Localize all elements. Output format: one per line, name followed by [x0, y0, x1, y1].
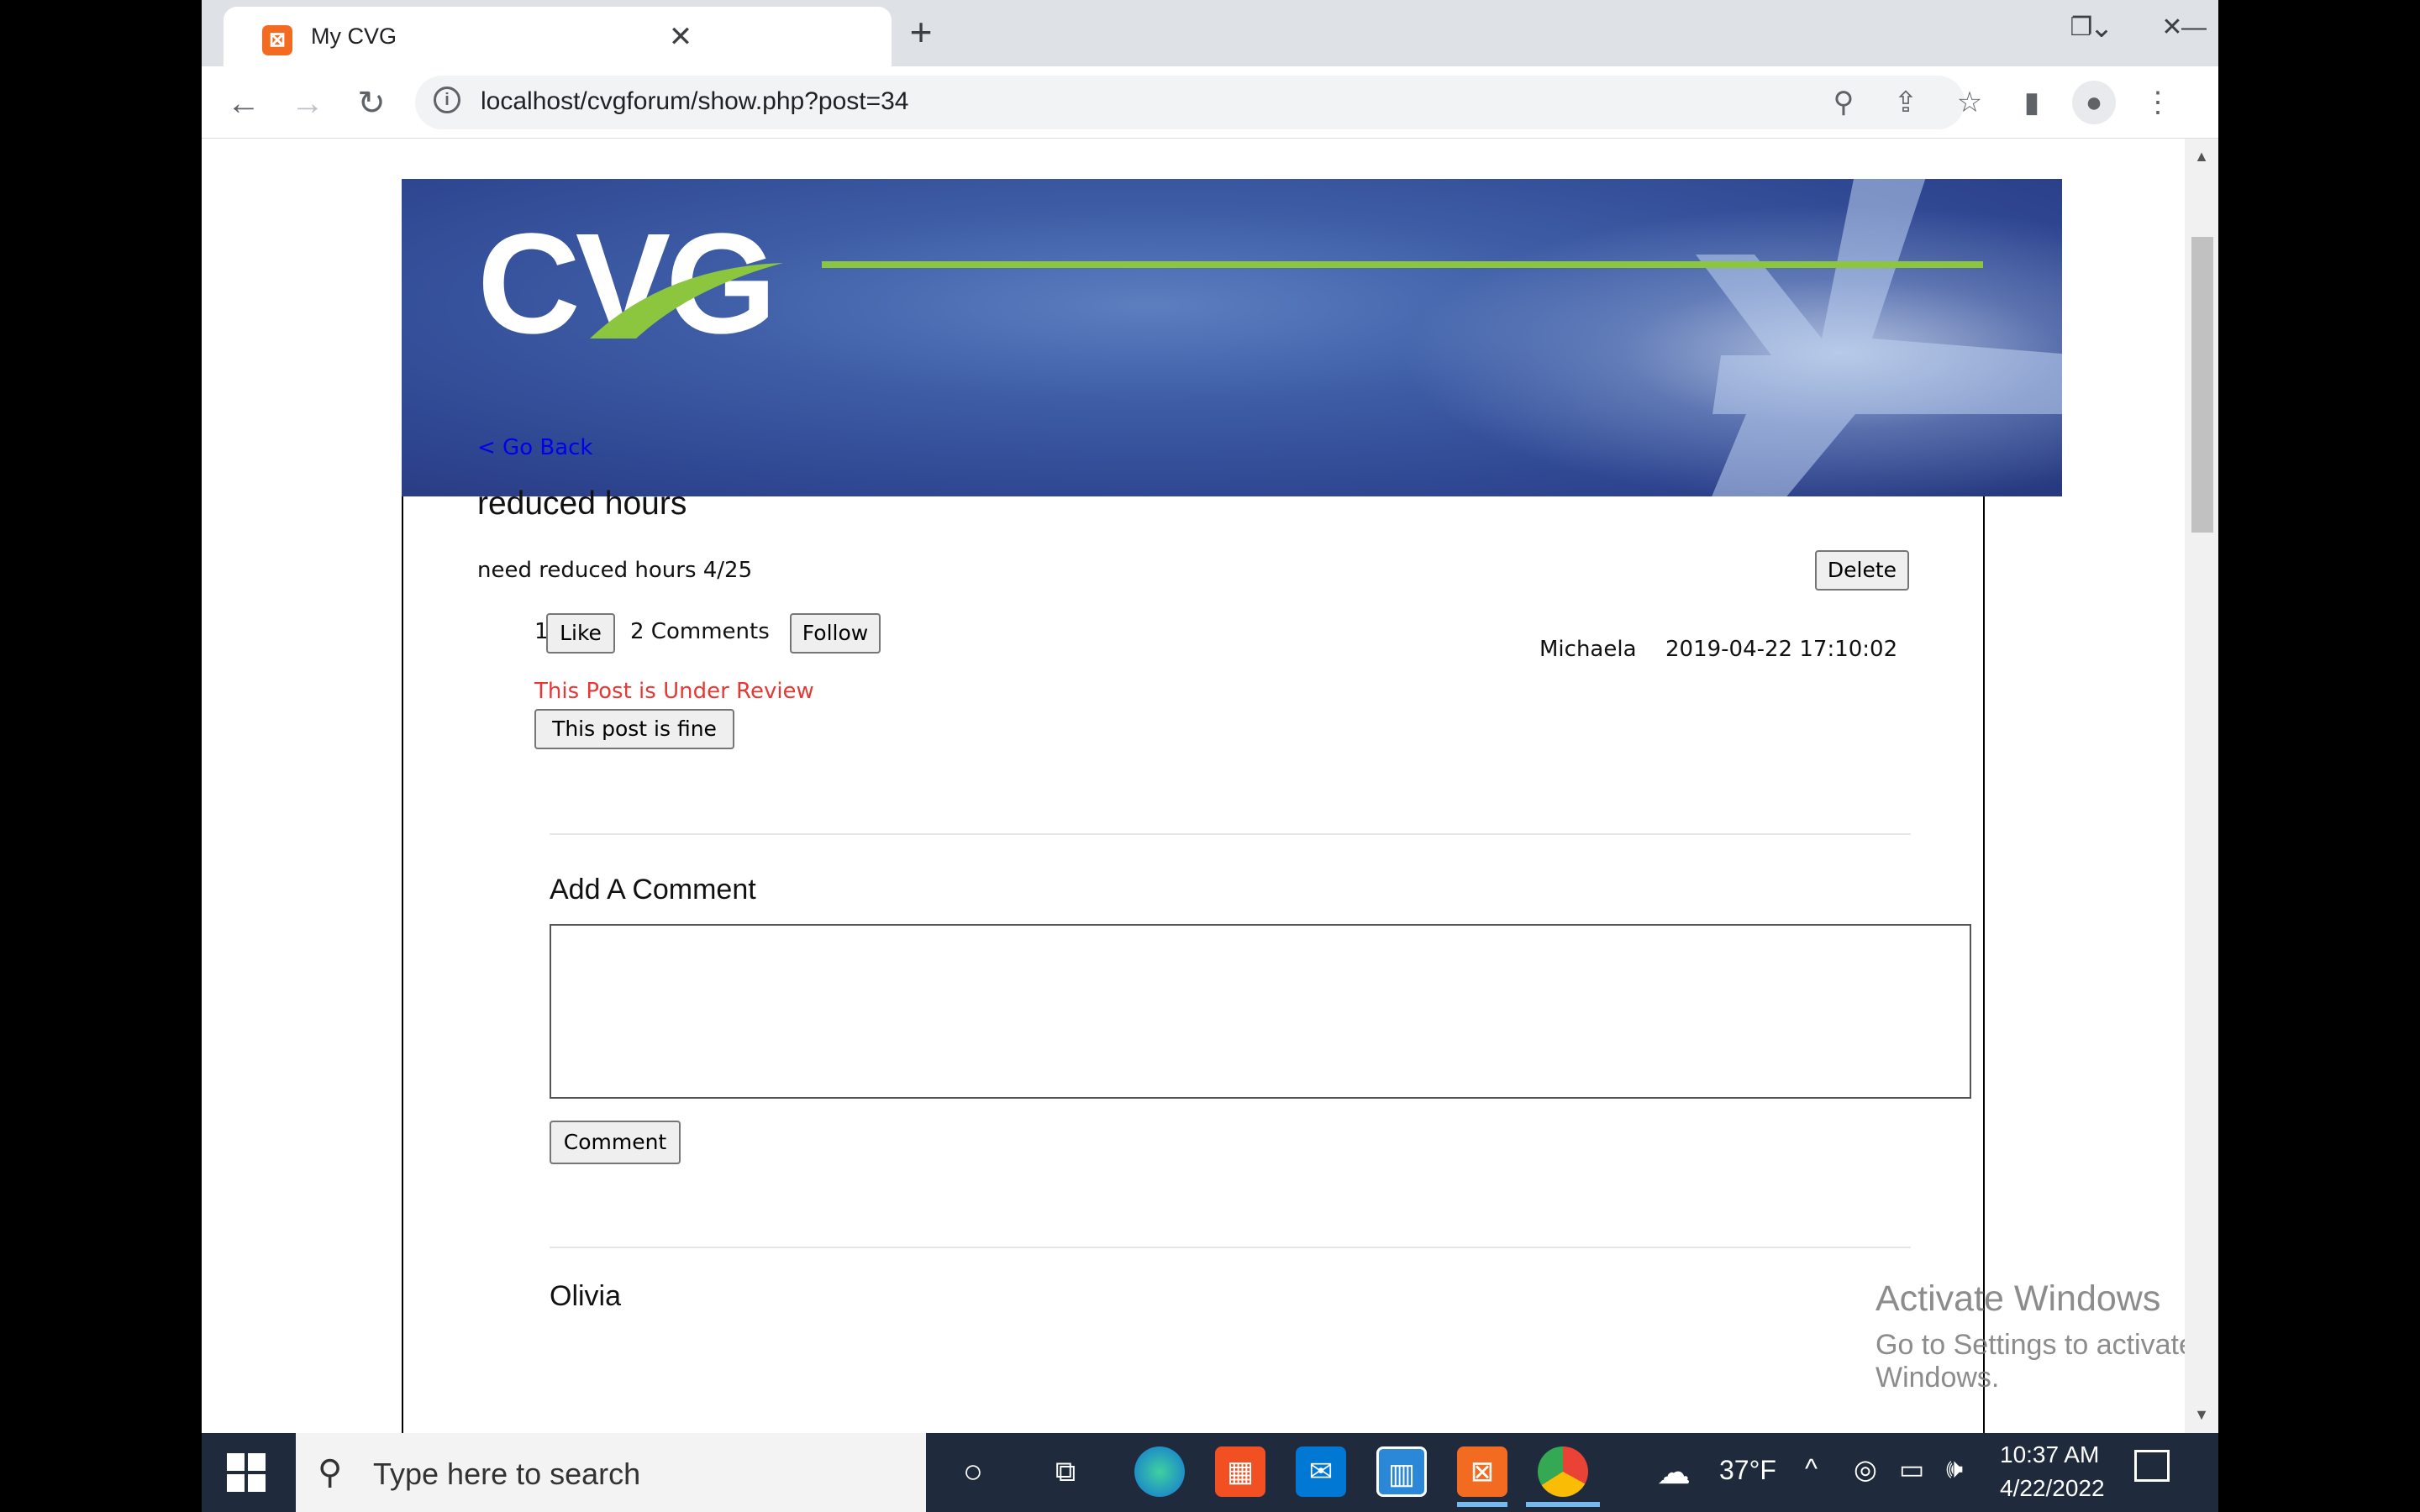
sidepanel-icon[interactable]: ▮ [2010, 81, 2054, 124]
zoom-icon[interactable]: ⚲ [1822, 81, 1865, 124]
scroll-down-icon[interactable]: ▼ [2186, 1399, 2217, 1430]
follow-button[interactable]: Follow [790, 613, 881, 654]
restore-button[interactable]: ❐ [2044, 7, 2119, 49]
meet-now-icon[interactable]: ◎ [1854, 1453, 1877, 1485]
cortana-icon[interactable]: ○ [948, 1446, 998, 1497]
battery-icon[interactable]: ▭ [1899, 1453, 1924, 1485]
post-author: Michaela [1539, 637, 1637, 662]
reload-icon[interactable]: ↻ [348, 80, 395, 127]
new-tab-button[interactable]: + [896, 11, 946, 53]
browser-window: ⊠ My CVG ✕ + ⌄ — ← → ↻ i localhost/cvgfo… [202, 0, 2218, 1433]
url-text[interactable]: localhost/cvgforum/show.php?post=34 [481, 87, 909, 116]
info-icon[interactable]: i [434, 87, 460, 113]
review-status-text: This Post is Under Review [534, 679, 814, 704]
edge-icon[interactable] [1134, 1446, 1185, 1497]
windows-start-icon[interactable] [227, 1453, 266, 1492]
search-icon: ⚲ [318, 1454, 343, 1491]
back-icon[interactable]: ← [220, 80, 267, 127]
cvg-logo-swoosh [590, 263, 783, 339]
chevron-up-icon[interactable]: ^ [1805, 1453, 1818, 1484]
airplane-silhouette [1696, 179, 2062, 496]
add-comment-heading: Add A Comment [550, 874, 756, 906]
chrome-icon[interactable] [1538, 1446, 1588, 1497]
xampp-icon[interactable]: ⊠ [1457, 1446, 1507, 1497]
profile-icon[interactable]: ● [2072, 81, 2116, 124]
volume-icon[interactable]: 🕪 [1946, 1453, 1963, 1485]
comment-submit-button[interactable]: Comment [550, 1121, 681, 1164]
comments-count: 2 Comments [630, 619, 770, 644]
clock-time[interactable]: 10:37 AM [2000, 1441, 2099, 1468]
activate-windows-title: Activate Windows [1876, 1278, 2161, 1319]
xampp-favicon-icon: ⊠ [262, 25, 292, 55]
mail-icon[interactable]: ✉ [1296, 1446, 1346, 1497]
tab-title: My CVG [311, 24, 397, 49]
close-window-button[interactable]: ✕ [2134, 7, 2210, 49]
tab-close-icon[interactable]: ✕ [660, 17, 701, 57]
forward-icon[interactable]: → [284, 80, 331, 127]
comment-author: Olivia [550, 1280, 622, 1312]
cvg-banner: CVG [402, 179, 2062, 496]
taskbar-search-placeholder[interactable]: Type here to search [373, 1457, 640, 1492]
star-icon[interactable]: ☆ [1948, 81, 1991, 124]
app-icon[interactable]: ▥ [1376, 1446, 1427, 1497]
like-button[interactable]: Like [546, 613, 615, 654]
go-back-link[interactable]: < Go Back [477, 435, 593, 460]
activate-windows-subtitle: Go to Settings to activate Windows. [1876, 1329, 2195, 1394]
chrome-active-indicator [1526, 1502, 1600, 1507]
page-viewport: CVG [202, 139, 2185, 1433]
delete-button[interactable]: Delete [1815, 550, 1909, 591]
menu-icon[interactable]: ⋮ [2136, 81, 2180, 124]
notification-center-icon[interactable] [2134, 1450, 2170, 1482]
task-view-icon[interactable]: ⧉ [1040, 1446, 1091, 1497]
divider [550, 1247, 1911, 1248]
approve-post-button[interactable]: This post is fine [534, 709, 734, 749]
browser-tab[interactable]: ⊠ My CVG ✕ [224, 7, 892, 66]
share-icon[interactable]: ⇪ [1884, 81, 1928, 124]
store-icon[interactable]: ▦ [1215, 1446, 1265, 1497]
xampp-active-indicator [1457, 1502, 1507, 1507]
scroll-up-icon[interactable]: ▲ [2186, 141, 2217, 171]
banner-green-line [822, 261, 1983, 268]
clock-date[interactable]: 4/22/2022 [2000, 1475, 2105, 1502]
post-title: reduced hours [477, 486, 687, 522]
weather-temperature[interactable]: 37°F [1719, 1455, 1776, 1486]
post-timestamp: 2019-04-22 17:10:02 [1665, 637, 1898, 662]
divider [550, 833, 1911, 835]
scrollbar-thumb[interactable] [2191, 237, 2213, 533]
comment-textarea[interactable] [550, 924, 1971, 1099]
weather-cloud-icon[interactable]: ☁ [1657, 1453, 1691, 1492]
post-body: need reduced hours 4/25 [477, 558, 753, 583]
